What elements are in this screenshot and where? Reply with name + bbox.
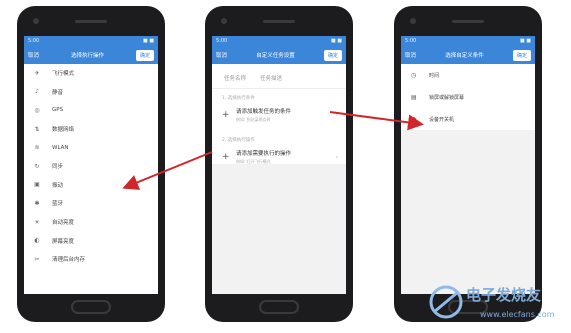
confirm-button[interactable]: 确定 [512, 49, 531, 61]
section-action-header: 2. 选择执行操作 [222, 138, 255, 143]
list-item-brightness[interactable]: ◐ 屏幕亮度 [24, 231, 158, 250]
list-item-label: 飞行模式 [52, 71, 75, 78]
status-time: 5:00 [28, 38, 40, 44]
clock-icon: ◷ [411, 71, 417, 79]
list-item-sync[interactable]: ↻ 同步 [24, 157, 158, 176]
list-item-wlan[interactable]: ≋ WLAN [24, 138, 158, 157]
add-action-title: 请添加需要执行的操作 [236, 151, 292, 157]
clean-memory-icon: ✂ [34, 255, 40, 263]
status-icons: ■ ■ [519, 38, 531, 44]
earpiece-speaker [452, 20, 484, 23]
list-item-label: 振动 [52, 182, 64, 189]
action-list: ✈ 飞行模式 ♪ 静音 ◎ GPS ⇅ 数据网络 ≋ WLAN ↻ 同步 ▣ 振动 ✱ 蓝牙 ☀… [24, 64, 158, 269]
screen-task-settings: 5:00 ■ ■ 取消 自定义任务设置 确定 任务名称 任务描述 1. 选择执行… [212, 36, 346, 294]
phone-1: 5:00 ■ ■ 取消 选择执行操作 确定 ✈ 飞行模式 ♪ 静音 ◎ GPS ⇅ 数据… [17, 6, 165, 322]
page-title: 自定义任务设置 [256, 53, 295, 59]
add-condition-title: 请添加触发任务的条件 [236, 109, 292, 115]
cancel-button[interactable]: 取消 [216, 51, 227, 59]
list-item-clean-memory[interactable]: ✂ 清理后台内存 [24, 250, 158, 269]
status-bar: 5:00 ■ ■ [24, 36, 158, 46]
wifi-icon: ≋ [34, 144, 40, 152]
task-name-field[interactable]: 任务名称 [224, 74, 246, 82]
phone-3: 5:00 ■ ■ 取消 选择自定义条件 确定 ◷ 时间 ▤ 锁屏或解锁屏幕 ◑ 设备开… [394, 6, 542, 322]
brand-logo [429, 285, 463, 319]
front-camera [221, 18, 227, 24]
condition-item-time[interactable]: ◷ 时间 [401, 64, 535, 86]
airplane-icon: ✈ [34, 69, 40, 77]
empty-area [401, 130, 535, 294]
cancel-button[interactable]: 取消 [28, 51, 39, 59]
bluetooth-icon: ✱ [34, 199, 40, 207]
add-condition-row[interactable]: + 请添加触发任务的条件 例如: 到达某地点时 › [212, 103, 346, 131]
task-description-field[interactable]: 任务描述 [260, 74, 282, 82]
app-header: 取消 选择执行操作 确定 [24, 46, 158, 64]
list-item-label: GPS [52, 107, 64, 114]
list-item-label: 屏幕亮度 [52, 238, 75, 245]
screen-select-action: 5:00 ■ ■ 取消 选择执行操作 确定 ✈ 飞行模式 ♪ 静音 ◎ GPS ⇅ 数据… [24, 36, 158, 294]
status-time: 5:00 [216, 38, 228, 44]
confirm-button[interactable]: 确定 [135, 49, 154, 61]
power-icon: ◑ [411, 115, 417, 123]
watermark-url: www.elecfans.com [480, 310, 555, 319]
chevron-right-icon: › [335, 111, 338, 119]
home-button[interactable] [71, 300, 111, 314]
list-item-bluetooth[interactable]: ✱ 蓝牙 [24, 194, 158, 213]
empty-area [212, 164, 346, 294]
front-camera [410, 18, 416, 24]
status-icons: ■ ■ [142, 38, 154, 44]
front-camera [33, 18, 39, 24]
earpiece-speaker [263, 20, 295, 23]
condition-label: 时间 [429, 72, 440, 79]
mute-icon: ♪ [35, 88, 39, 96]
app-header: 取消 选择自定义条件 确定 [401, 46, 535, 64]
plus-icon: + [222, 152, 230, 162]
list-item-label: WLAN [52, 144, 69, 151]
cancel-button[interactable]: 取消 [405, 51, 416, 59]
list-item-label: 同步 [52, 164, 64, 171]
phone-2: 5:00 ■ ■ 取消 自定义任务设置 确定 任务名称 任务描述 1. 选择执行… [205, 6, 353, 322]
app-header: 取消 自定义任务设置 确定 [212, 46, 346, 64]
page-title: 选择执行操作 [70, 53, 104, 59]
list-item-label: 静音 [52, 89, 64, 96]
watermark-brand: 电子发烧友 [466, 286, 542, 304]
lock-icon: ▤ [411, 93, 417, 101]
page-title: 选择自定义条件 [445, 53, 484, 59]
confirm-button[interactable]: 确定 [323, 49, 342, 61]
list-item-label: 清理后台内存 [52, 257, 86, 264]
earpiece-speaker [75, 20, 107, 23]
status-time: 5:00 [405, 38, 417, 44]
list-item-label: 蓝牙 [52, 201, 64, 208]
add-condition-hint: 例如: 到达某地点时 [236, 117, 271, 122]
section-condition-header: 1. 选择执行条件 [222, 96, 255, 101]
status-icons: ■ ■ [330, 38, 342, 44]
condition-item-power[interactable]: ◑ 设备开关机 [401, 108, 535, 130]
auto-brightness-icon: ☀ [34, 218, 40, 226]
list-item-label: 自动亮度 [52, 220, 75, 227]
sync-icon: ↻ [34, 162, 40, 170]
list-item-mobile-data[interactable]: ⇅ 数据网络 [24, 120, 158, 139]
plus-icon: + [222, 110, 230, 120]
task-fields: 任务名称 任务描述 [212, 64, 346, 89]
list-item-auto-brightness[interactable]: ☀ 自动亮度 [24, 213, 158, 232]
chevron-right-icon: › [335, 153, 338, 161]
status-bar: 5:00 ■ ■ [212, 36, 346, 46]
condition-label: 设备开关机 [429, 116, 455, 123]
home-button[interactable] [259, 300, 299, 314]
list-item-mute[interactable]: ♪ 静音 [24, 83, 158, 102]
list-item-label: 数据网络 [52, 127, 75, 134]
condition-item-lock[interactable]: ▤ 锁屏或解锁屏幕 [401, 86, 535, 108]
vibrate-icon: ▣ [34, 181, 40, 189]
brightness-icon: ◐ [34, 237, 40, 245]
status-bar: 5:00 ■ ■ [401, 36, 535, 46]
condition-label: 锁屏或解锁屏幕 [429, 94, 465, 101]
list-item-airplane[interactable]: ✈ 飞行模式 [24, 64, 158, 83]
gps-icon: ◎ [34, 106, 40, 114]
list-item-gps[interactable]: ◎ GPS [24, 101, 158, 120]
list-item-vibrate[interactable]: ▣ 振动 [24, 176, 158, 195]
watermark: 电子发烧友 www.elecfans.com [428, 280, 568, 330]
mobile-data-icon: ⇅ [34, 125, 40, 133]
screen-select-condition: 5:00 ■ ■ 取消 选择自定义条件 确定 ◷ 时间 ▤ 锁屏或解锁屏幕 ◑ 设备开… [401, 36, 535, 294]
